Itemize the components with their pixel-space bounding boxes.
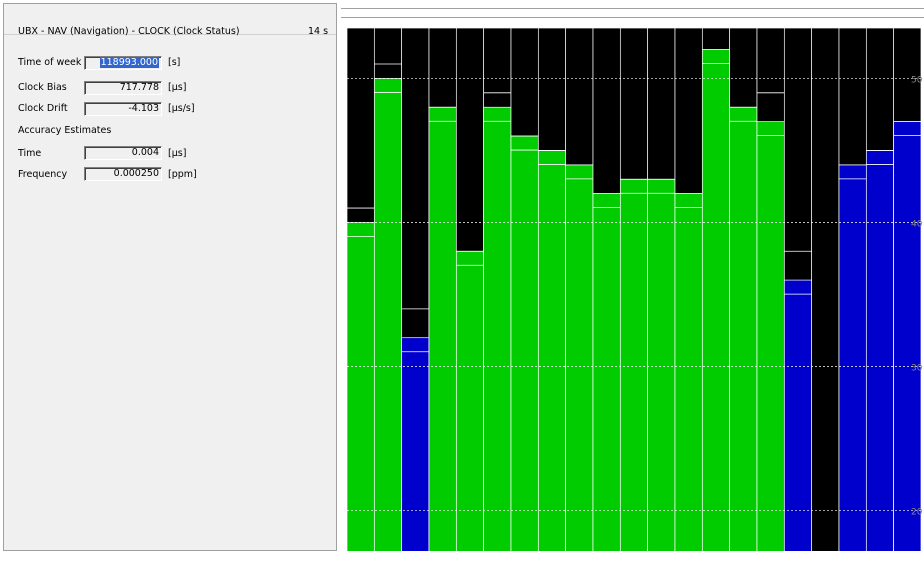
bar-slot [811, 27, 840, 561]
time-of-week-field[interactable]: 118993.000 [84, 56, 162, 70]
time-accuracy-label: Time [18, 148, 42, 159]
clock-bias-unit: [µs] [168, 82, 187, 93]
signal-bar [893, 121, 922, 561]
frequency-accuracy-label: Frequency [18, 169, 68, 180]
signal-bar [783, 279, 813, 561]
signal-bar [838, 164, 867, 561]
panel-age: 14 s [308, 26, 329, 37]
y-tick-label: 20 [911, 508, 923, 518]
signal-bar [455, 250, 485, 561]
time-of-week-label: Time of week [18, 57, 82, 68]
signal-bar [701, 49, 731, 561]
signal-bar [729, 106, 758, 561]
chart-scrollbar[interactable] [341, 8, 924, 18]
signal-bar [592, 193, 621, 561]
frequency-accuracy-unit: [ppm] [168, 169, 197, 180]
time-accuracy-field[interactable]: 0.004 [84, 146, 162, 160]
panel-title: UBX - NAV (Navigation) - CLOCK (Clock St… [18, 26, 240, 37]
accuracy-estimates-heading: Accuracy Estimates [18, 125, 112, 136]
window-bottom-edge [0, 551, 924, 561]
time-of-week-unit: [s] [168, 57, 181, 68]
signal-bar [483, 106, 512, 561]
clock-drift-field[interactable]: -4.103 [84, 102, 162, 116]
signal-chart-window: 50 40 30 20 [341, 0, 924, 561]
time-accuracy-unit: [µs] [168, 148, 187, 159]
signal-bar [647, 178, 676, 561]
signal-bar [756, 121, 785, 561]
signal-bar [510, 135, 539, 561]
signal-bar [619, 178, 649, 561]
y-tick-label: 30 [911, 364, 923, 374]
frequency-accuracy-field[interactable]: 0.000250 [84, 167, 162, 181]
signal-bar [373, 78, 403, 561]
signal-bar [428, 106, 457, 561]
y-tick-label: 50 [911, 75, 923, 85]
clock-bias-label: Clock Bias [18, 82, 67, 93]
signal-bar [537, 150, 567, 561]
clock-drift-unit: [µs/s] [168, 103, 195, 114]
y-tick-label: 40 [911, 219, 923, 229]
signal-bar [674, 193, 703, 561]
signal-strength-chart: 50 40 30 20 [346, 27, 923, 561]
signal-bar [865, 150, 895, 561]
clock-bias-field[interactable]: 717.778 [84, 81, 162, 95]
signal-bar [346, 222, 375, 561]
clock-drift-label: Clock Drift [18, 103, 68, 114]
signal-bar [401, 337, 430, 561]
signal-bar [565, 164, 594, 561]
